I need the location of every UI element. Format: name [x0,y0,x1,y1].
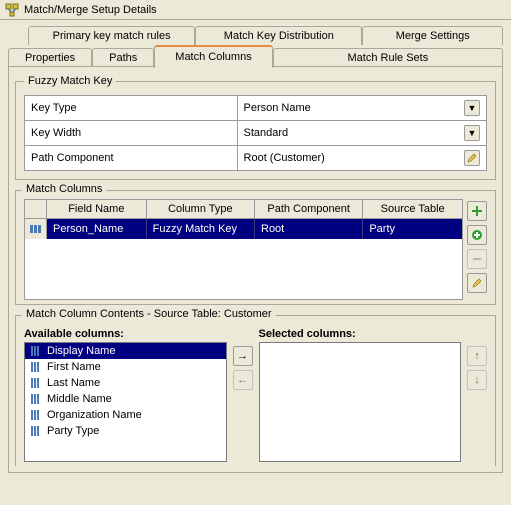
arrow-down-icon: ↓ [474,374,480,386]
column-icon [29,409,43,421]
grid-empty-area [25,239,462,299]
path-component-cell[interactable]: Root (Customer) [237,146,486,171]
tab-properties[interactable]: Properties [8,48,92,67]
list-item-label: Last Name [47,377,100,389]
list-item[interactable]: Middle Name [25,391,226,407]
arrow-left-icon: ← [237,374,248,386]
key-type-label: Key Type [25,96,238,121]
key-width-cell[interactable]: Standard ▼ [237,121,486,146]
arrow-right-icon: → [237,350,248,362]
list-item[interactable]: Party Type [25,423,226,439]
list-item-label: Middle Name [47,393,112,405]
col-column-type[interactable]: Column Type [147,200,255,219]
row-handle[interactable] [25,219,47,239]
match-columns-fieldset: Match Columns Field Name Column Type Pat… [15,190,496,305]
column-icon [29,361,43,373]
column-icon [29,425,43,437]
edit-button[interactable] [467,273,487,293]
list-item-label: Party Type [47,425,99,437]
pencil-icon [472,278,482,288]
col-source-table[interactable]: Source Table [363,200,462,219]
selected-columns-list[interactable] [259,342,462,462]
tab-match-columns[interactable]: Match Columns [154,45,272,68]
match-columns-grid[interactable]: Field Name Column Type Path Component So… [24,199,463,300]
move-up-button[interactable]: ↑ [467,346,487,366]
grid-corner [25,200,47,219]
cell-path-component: Root [255,219,363,239]
list-item[interactable]: Organization Name [25,407,226,423]
cell-field-name: Person_Name [47,219,147,239]
remove-button[interactable] [467,249,487,269]
col-field-name[interactable]: Field Name [47,200,147,219]
chevron-down-icon: ▼ [468,129,477,138]
list-item-label: Organization Name [47,409,142,421]
column-icon [29,393,43,405]
column-icon [29,377,43,389]
tab-merge-settings[interactable]: Merge Settings [362,26,503,45]
window-title: Match/Merge Setup Details [24,4,157,16]
insert-button[interactable] [467,225,487,245]
fuzzy-legend: Fuzzy Match Key [24,75,116,87]
col-path-component[interactable]: Path Component [255,200,363,219]
tab-paths[interactable]: Paths [92,48,154,67]
move-down-button[interactable]: ↓ [467,370,487,390]
list-item[interactable]: Last Name [25,375,226,391]
available-columns-label: Available columns: [24,328,227,340]
window-titlebar: Match/Merge Setup Details [0,0,511,20]
key-type-cell[interactable]: Person Name ▼ [237,96,486,121]
tab-match-rule-sets[interactable]: Match Rule Sets [273,48,503,67]
key-type-value: Person Name [244,102,311,114]
contents-legend: Match Column Contents - Source Table: Cu… [22,308,276,320]
columns-icon [30,224,42,234]
list-item[interactable]: First Name [25,359,226,375]
tab-match-key-distribution[interactable]: Match Key Distribution [195,26,362,45]
arrow-up-icon: ↑ [474,350,480,362]
available-columns-list[interactable]: Display Name First Name Last Name Middle Na… [24,342,227,462]
chevron-down-icon: ▼ [468,104,477,113]
plus-small-icon [471,229,483,241]
cell-column-type: Fuzzy Match Key [147,219,255,239]
match-column-contents-fieldset: Match Column Contents - Source Table: Cu… [15,315,496,466]
minus-icon [471,253,483,265]
tab-primary-key-match-rules[interactable]: Primary key match rules [28,26,195,45]
move-right-button[interactable]: → [233,346,253,366]
column-icon [29,345,43,357]
match-columns-legend: Match Columns [22,183,106,195]
tab-panel-match-columns: Fuzzy Match Key Key Type Person Name ▼ K… [8,66,503,473]
path-component-value: Root (Customer) [244,152,325,164]
path-component-label: Path Component [25,146,238,171]
path-component-edit-button[interactable] [464,150,480,166]
app-icon [4,2,20,18]
table-row[interactable]: Person_Name Fuzzy Match Key Root Party [25,219,462,239]
key-width-value: Standard [244,127,289,139]
key-width-label: Key Width [25,121,238,146]
selected-columns-label: Selected columns: [259,328,462,340]
plus-icon [471,205,483,217]
tab-container: Primary key match rules Match Key Distri… [8,26,503,474]
list-item[interactable]: Display Name [25,343,226,359]
key-width-dropdown-button[interactable]: ▼ [464,125,480,141]
move-left-button[interactable]: ← [233,370,253,390]
add-button[interactable] [467,201,487,221]
pencil-icon [467,153,477,163]
list-item-label: Display Name [47,345,115,357]
key-type-dropdown-button[interactable]: ▼ [464,100,480,116]
fuzzy-match-key-fieldset: Fuzzy Match Key Key Type Person Name ▼ K… [15,75,496,180]
list-item-label: First Name [47,361,101,373]
cell-source-table: Party [363,219,462,239]
